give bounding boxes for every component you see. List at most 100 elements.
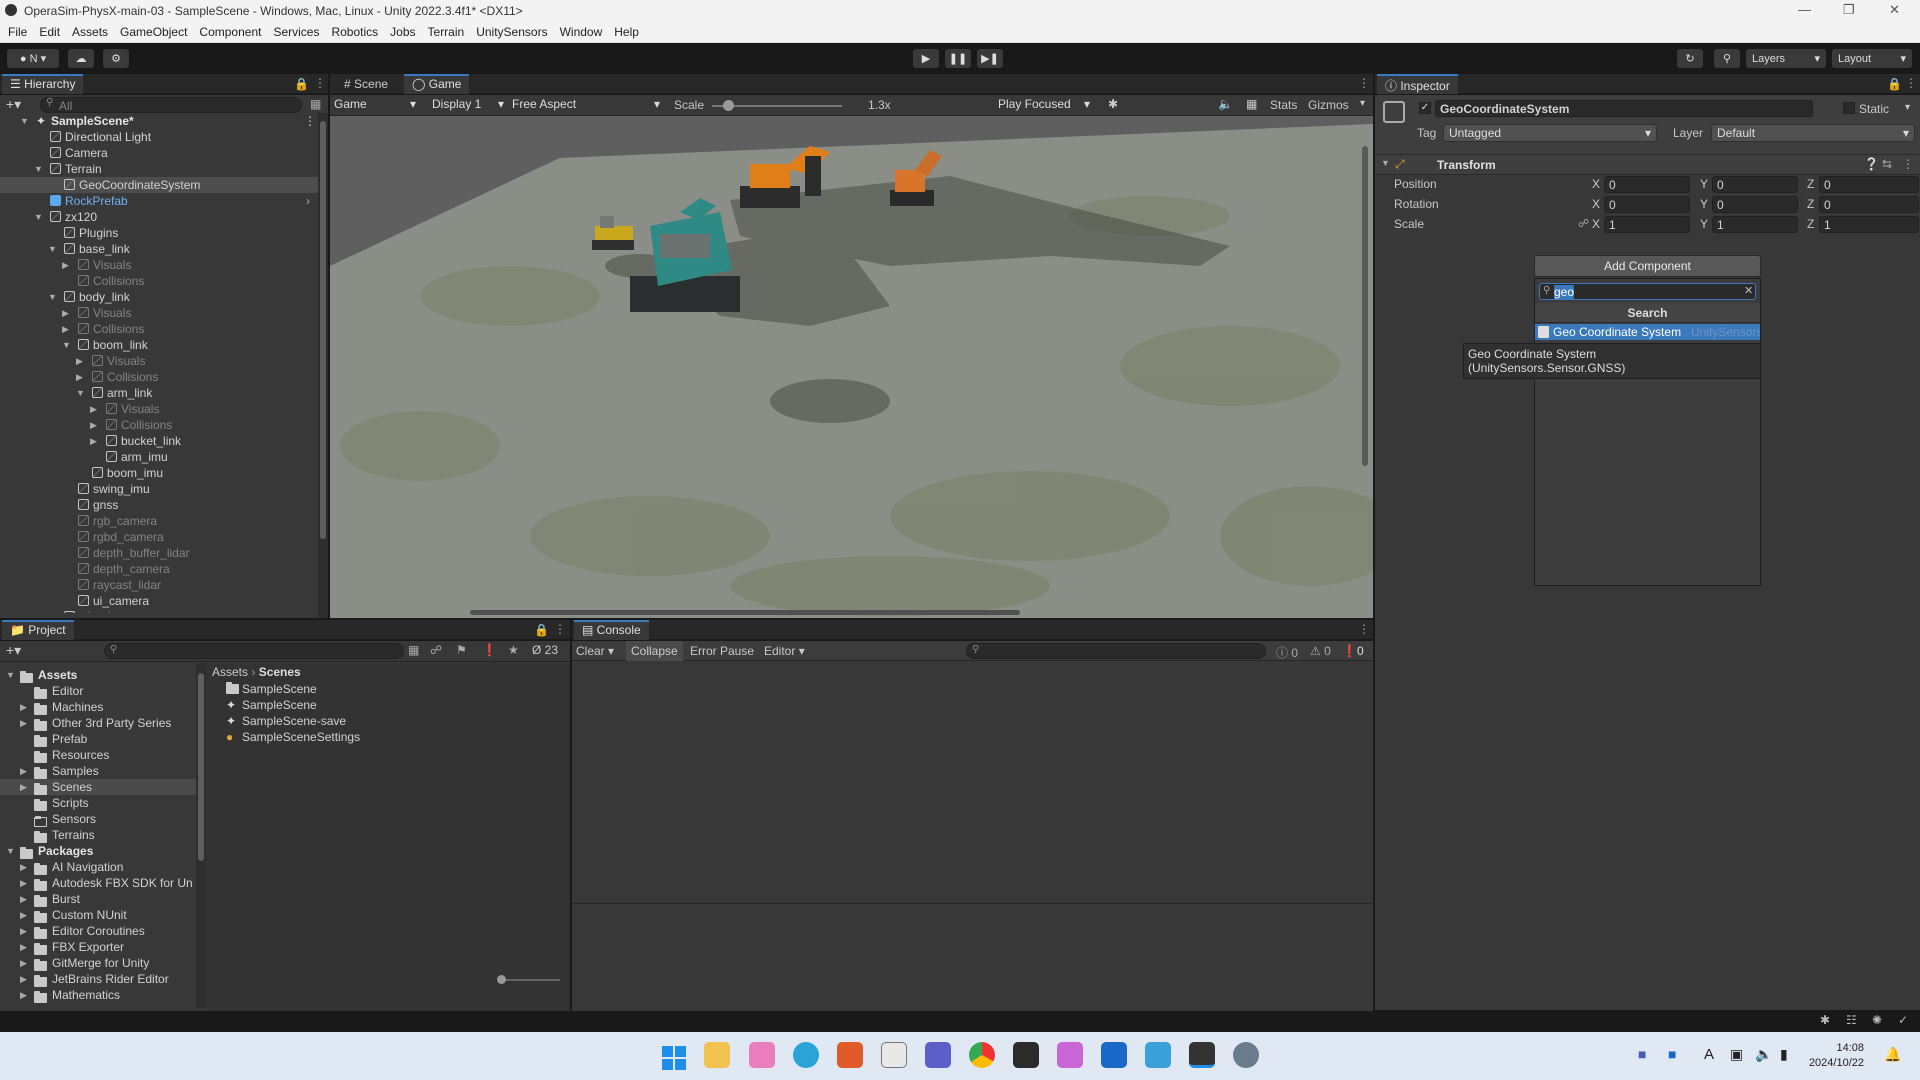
debug-icon[interactable]: ✱ xyxy=(1820,1013,1830,1027)
menu-help[interactable]: Help xyxy=(608,22,645,39)
transform-rotation-z-input[interactable]: 0 xyxy=(1819,196,1919,213)
expand-arrow-icon[interactable]: ▼ xyxy=(34,161,44,177)
history-icon[interactable]: ↻ xyxy=(1677,49,1703,68)
hierarchy-item[interactable]: gnss xyxy=(0,497,318,513)
lock-icon[interactable]: 🔒 xyxy=(534,623,549,637)
hierarchy-item[interactable]: depth_buffer_lidar xyxy=(0,545,318,561)
collapse-arrow-icon[interactable]: ▶ xyxy=(62,321,72,337)
aspect-dropdown[interactable]: Free Aspect ▾ xyxy=(510,97,662,114)
project-tree-item[interactable]: ▶ Machines xyxy=(0,699,196,715)
collapse-arrow-icon[interactable]: ▶ xyxy=(20,891,30,907)
error-filter-toggle[interactable]: ❗0 xyxy=(1342,644,1364,658)
kebab-menu-icon[interactable]: ⋮ xyxy=(1358,622,1370,636)
hidden-packages-count[interactable]: Ø 23 xyxy=(532,643,558,657)
hierarchy-search-input[interactable]: All xyxy=(40,97,302,113)
teams-tray-icon[interactable]: ■ xyxy=(1638,1046,1646,1062)
label-icon[interactable]: ⚑ xyxy=(456,643,467,657)
audio-icon[interactable]: 🔈 xyxy=(1218,97,1233,111)
expand-arrow-icon[interactable]: ▼ xyxy=(6,667,16,683)
paint-icon[interactable] xyxy=(1057,1042,1083,1068)
pause-button[interactable]: ❚❚ xyxy=(945,49,971,68)
project-tree-item[interactable]: ▼ Assets xyxy=(0,667,196,683)
scrollbar-thumb[interactable] xyxy=(198,673,204,861)
cache-icon[interactable]: ☷ xyxy=(1846,1013,1857,1027)
layout-dropdown[interactable]: Layout ▾ xyxy=(1832,49,1912,68)
clear-search-icon[interactable]: ✕ xyxy=(1744,284,1753,297)
breadcrumb-assets[interactable]: Assets xyxy=(212,665,248,679)
transform-scale-y-input[interactable]: 1 xyxy=(1712,216,1798,233)
transform-position-y-input[interactable]: 0 xyxy=(1712,176,1798,193)
collapse-arrow-icon[interactable]: ▶ xyxy=(20,971,30,987)
hierarchy-item[interactable]: ▶ Collisions xyxy=(0,417,318,433)
preset-icon[interactable]: ⇆ xyxy=(1882,157,1892,171)
hierarchy-item[interactable]: rgbd_camera xyxy=(0,529,318,545)
add-component-button[interactable]: Add Component xyxy=(1534,255,1761,277)
project-tree-item[interactable]: ▼ Packages xyxy=(0,843,196,859)
collapse-arrow-icon[interactable]: ▶ xyxy=(20,779,30,795)
file-item[interactable]: ✦ SampleScene xyxy=(226,697,526,713)
collapse-arrow-icon[interactable]: ▶ xyxy=(76,369,86,385)
cloud-icon[interactable]: ☁ xyxy=(68,49,94,68)
scene-filter-icon[interactable]: ▦ xyxy=(310,97,321,111)
hierarchy-item[interactable]: ui_camera xyxy=(0,593,318,609)
hierarchy-item[interactable]: ▶ wheels xyxy=(0,609,318,613)
static-checkbox[interactable] xyxy=(1843,102,1855,114)
collapse-arrow-icon[interactable]: ▶ xyxy=(20,699,30,715)
collapse-arrow-icon[interactable]: ▶ xyxy=(20,763,30,779)
project-tree-item[interactable]: ▶ Scenes xyxy=(0,779,196,795)
collapse-button[interactable]: Collapse xyxy=(626,641,683,661)
notepad-icon[interactable] xyxy=(1145,1042,1171,1068)
gizmos-button[interactable]: Gizmos xyxy=(1308,98,1349,112)
project-tree-item[interactable]: ▶ Editor Coroutines xyxy=(0,923,196,939)
collapse-arrow-icon[interactable]: ▶ xyxy=(20,875,30,891)
menu-file[interactable]: File xyxy=(0,22,33,39)
collapse-arrow-icon[interactable]: ▶ xyxy=(20,859,30,875)
project-tree-item[interactable]: Scripts xyxy=(0,795,196,811)
expand-arrow-icon[interactable]: ▼ xyxy=(20,113,30,129)
account-dropdown[interactable]: ● N ▾ xyxy=(7,49,59,68)
menu-edit[interactable]: Edit xyxy=(33,22,66,39)
hierarchy-item[interactable]: swing_imu xyxy=(0,481,318,497)
project-tree-scrollbar[interactable] xyxy=(196,663,206,1008)
transform-header[interactable]: ▼ ⤢ Transform ❔ ⇆ ⋮ xyxy=(1375,155,1920,175)
outlook-icon[interactable] xyxy=(1101,1042,1127,1068)
snipping-tool-icon[interactable] xyxy=(749,1042,775,1068)
project-tree-item[interactable]: ▶ JetBrains Rider Editor xyxy=(0,971,196,987)
progress-icon[interactable]: ✺ xyxy=(1872,1013,1882,1027)
calendar-app-icon[interactable] xyxy=(837,1042,863,1068)
bug-icon[interactable]: ✱ xyxy=(1108,97,1118,111)
menu-component[interactable]: Component xyxy=(193,22,267,39)
unity-hub-icon[interactable] xyxy=(881,1042,907,1068)
search-icon[interactable]: ⚲ xyxy=(1714,49,1740,68)
kebab-menu-icon[interactable]: ⋮ xyxy=(554,622,566,636)
expand-arrow-icon[interactable]: ▼ xyxy=(76,385,86,401)
hierarchy-item[interactable]: ▼ boom_link xyxy=(0,337,318,353)
menu-gameobject[interactable]: GameObject xyxy=(114,22,193,39)
filter-icon[interactable]: ☍ xyxy=(430,643,442,657)
chevron-right-icon[interactable]: › xyxy=(306,193,310,209)
outlook-tray-icon[interactable]: ■ xyxy=(1668,1046,1676,1062)
maximize-icon[interactable]: ❐ xyxy=(1843,2,1855,18)
collapse-arrow-icon[interactable]: ▶ xyxy=(76,353,86,369)
tab-console[interactable]: ▤ Console xyxy=(574,620,649,640)
project-tree-item[interactable]: Editor xyxy=(0,683,196,699)
collapse-arrow-icon[interactable]: ▶ xyxy=(62,257,72,273)
kebab-menu-icon[interactable]: ⋮ xyxy=(1902,157,1914,171)
static-dropdown-icon[interactable]: ▾ xyxy=(1905,102,1910,113)
project-tree-item[interactable]: Prefab xyxy=(0,731,196,747)
hierarchy-item[interactable]: raycast_lidar xyxy=(0,577,318,593)
play-mode-dropdown[interactable]: Play Focused ▾ xyxy=(990,97,1094,114)
hierarchy-item[interactable]: ▶ Visuals xyxy=(0,353,318,369)
settings-icon[interactable] xyxy=(1233,1042,1259,1068)
console-search-input[interactable] xyxy=(966,643,1266,659)
collapse-arrow-icon[interactable]: ▶ xyxy=(20,715,30,731)
hierarchy-item[interactable]: ▶ Visuals xyxy=(0,401,318,417)
network-icon[interactable]: ▣ xyxy=(1730,1046,1743,1063)
hierarchy-item[interactable]: ▼ ✦ SampleScene* ⋮ xyxy=(0,113,318,129)
help-icon[interactable]: ❔ xyxy=(1864,157,1879,171)
project-tree-item[interactable]: ▶ AI Navigation xyxy=(0,859,196,875)
ime-indicator[interactable]: A xyxy=(1704,1046,1714,1063)
tab-hierarchy[interactable]: ☰ Hierarchy xyxy=(2,74,84,94)
hierarchy-item[interactable]: ▼ body_link xyxy=(0,289,318,305)
hierarchy-scrollbar[interactable] xyxy=(318,113,328,618)
